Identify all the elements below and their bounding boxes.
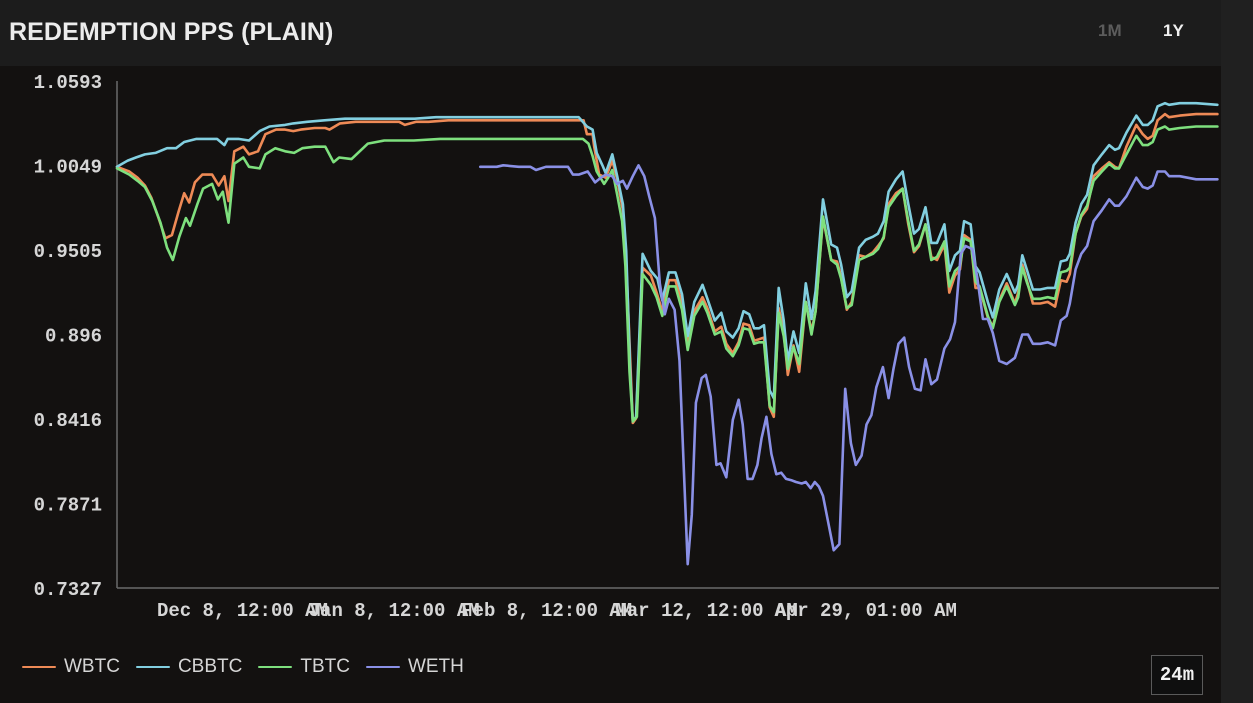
y-tick-label: 1.0049 [34, 156, 102, 178]
legend-label-wbtc: WBTC [64, 656, 120, 677]
line-chart: 1.0593 1.0049 0.9505 0.896 0.8416 0.7871 0.732… [34, 72, 1219, 622]
chart-axes: 1.0593 1.0049 0.9505 0.896 0.8416 0.7871 0.732… [34, 72, 1219, 622]
series-line-weth[interactable] [479, 164, 1219, 566]
y-tick-label: 0.9505 [34, 241, 102, 263]
legend-item-cbbtc[interactable]: CBBTC [135, 656, 243, 678]
legend-swatch-tbtc [258, 666, 293, 668]
x-tick-label: Apr 29, 01:00 AM [774, 600, 956, 622]
legend-swatch-wbtc [22, 666, 56, 668]
series-line-wbtc[interactable] [115, 112, 1219, 425]
chart-legend: WBTC CBBTC TBTC WETH [22, 656, 480, 678]
chart-series [115, 101, 1219, 566]
x-tick-label: Jan 8, 12:00 AM [309, 600, 480, 622]
legend-item-wbtc[interactable]: WBTC [22, 656, 120, 678]
y-tick-label: 0.7327 [34, 579, 102, 601]
y-tick-label: 0.896 [45, 326, 102, 348]
legend-label-weth: WETH [407, 656, 464, 677]
x-tick-label: Mar 12, 12:00 AM [615, 600, 797, 622]
y-tick-label: 0.7871 [34, 495, 102, 517]
legend-label-tbtc: TBTC [300, 656, 350, 677]
legend-item-tbtc[interactable]: TBTC [258, 656, 350, 678]
y-tick-label: 1.0593 [34, 72, 102, 94]
legend-swatch-weth [365, 666, 400, 668]
legend-item-weth[interactable]: WETH [365, 656, 464, 678]
x-tick-label: Dec 8, 12:00 AM [157, 600, 328, 622]
y-tick-label: 0.8416 [34, 410, 102, 432]
legend-label-cbbtc: CBBTC [177, 656, 243, 677]
legend-swatch-cbbtc [135, 666, 170, 668]
window-size-badge[interactable]: 24m [1151, 655, 1203, 695]
scrollbar-track[interactable] [1221, 0, 1253, 703]
x-tick-label: Feb 8, 12:00 AM [461, 600, 632, 622]
